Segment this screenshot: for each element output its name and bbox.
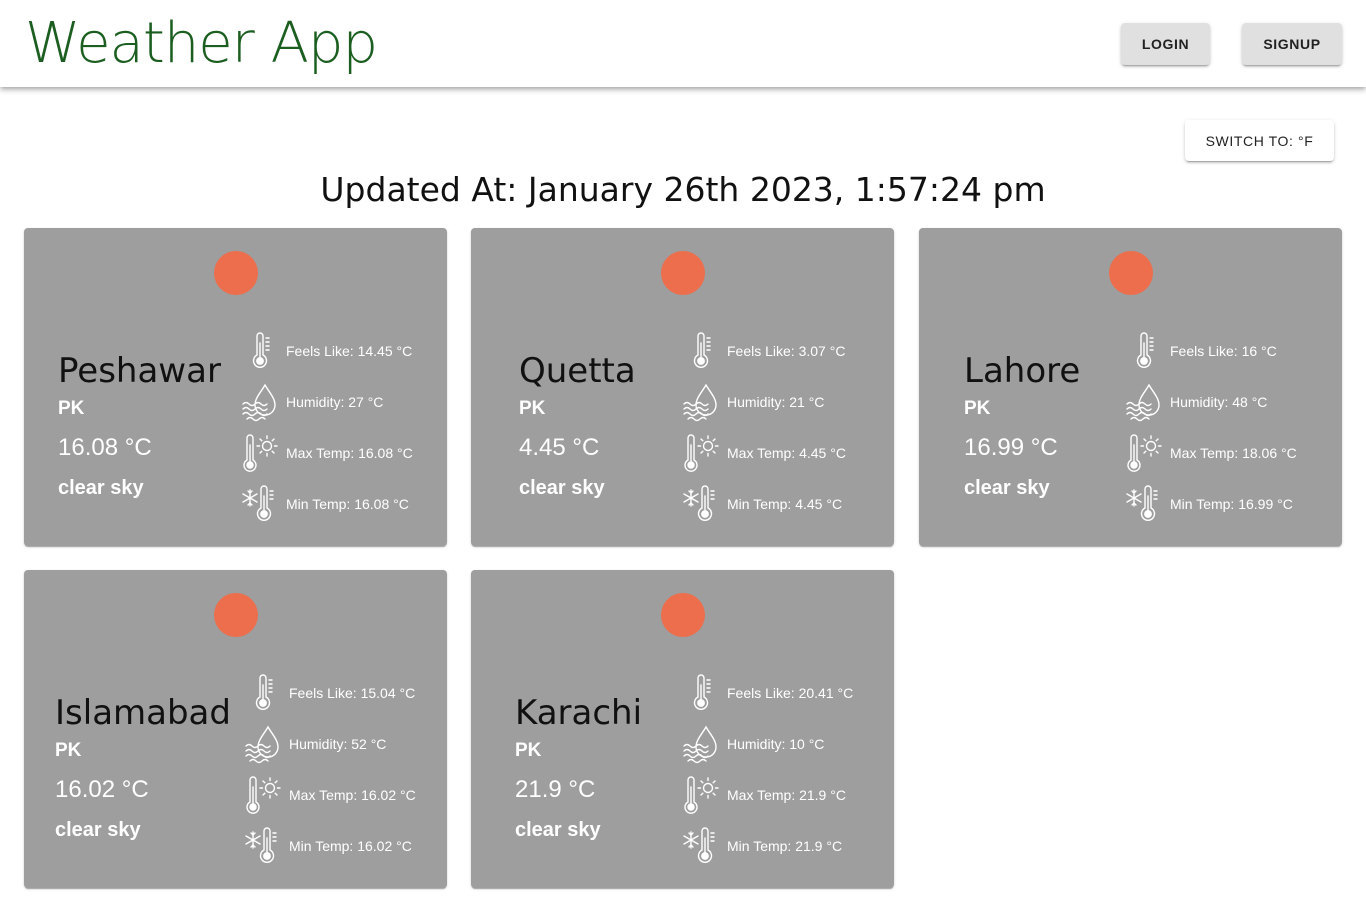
feels-like-text: Feels Like: 15.04 °C <box>289 685 416 701</box>
thermometer-icon <box>682 673 720 713</box>
switch-unit-button[interactable]: SWITCH TO: °F <box>1185 120 1334 161</box>
min-temp-text: Min Temp: 16.08 °C <box>286 496 409 512</box>
thermometer-icon <box>241 331 279 371</box>
city-name: Karachi <box>515 693 643 733</box>
sun-icon <box>1109 251 1153 295</box>
min-temp-text: Min Temp: 16.02 °C <box>289 838 412 854</box>
thermometer-icon <box>244 673 282 713</box>
weather-description: clear sky <box>519 477 605 499</box>
current-temp: 16.02 °C <box>55 776 149 803</box>
max-temp-icon <box>682 775 720 815</box>
country-code: PK <box>964 398 991 419</box>
feels-like-text: Feels Like: 14.45 °C <box>286 343 413 359</box>
humidity-icon <box>682 724 720 764</box>
country-code: PK <box>55 740 82 761</box>
city-name: Peshawar <box>58 351 221 391</box>
current-temp: 16.99 °C <box>964 434 1058 461</box>
min-temp-icon <box>682 484 720 524</box>
weather-card-quetta: Quetta PK 4.45 °C clear sky Feels Like: … <box>471 228 894 546</box>
current-temp: 16.08 °C <box>58 434 152 461</box>
min-temp-icon <box>241 484 279 524</box>
city-name: Islamabad <box>55 693 231 733</box>
feels-like-text: Feels Like: 3.07 °C <box>727 343 846 359</box>
country-code: PK <box>58 398 85 419</box>
city-name: Quetta <box>519 351 636 391</box>
max-temp-text: Max Temp: 16.08 °C <box>286 445 413 461</box>
max-temp-text: Max Temp: 21.9 °C <box>727 787 846 803</box>
weather-description: clear sky <box>58 477 144 499</box>
min-temp-text: Min Temp: 4.45 °C <box>727 496 843 512</box>
max-temp-icon <box>1125 433 1163 473</box>
country-code: PK <box>519 398 546 419</box>
max-temp-text: Max Temp: 4.45 °C <box>727 445 846 461</box>
humidity-icon <box>241 382 279 422</box>
min-temp-icon <box>682 826 720 866</box>
humidity-text: Humidity: 52 °C <box>289 736 387 752</box>
max-temp-icon <box>241 433 279 473</box>
weather-card-lahore: Lahore PK 16.99 °C clear sky Feels Like:… <box>919 228 1342 546</box>
humidity-text: Humidity: 21 °C <box>727 394 825 410</box>
max-temp-icon <box>244 775 282 815</box>
min-temp-text: Min Temp: 16.99 °C <box>1170 496 1293 512</box>
current-temp: 4.45 °C <box>519 434 600 461</box>
max-temp-icon <box>682 433 720 473</box>
humidity-text: Humidity: 10 °C <box>727 736 825 752</box>
min-temp-text: Min Temp: 21.9 °C <box>727 838 843 854</box>
weather-card-islamabad: Islamabad PK 16.02 °C clear sky Feels Li… <box>24 570 447 888</box>
min-temp-icon <box>1125 484 1163 524</box>
sun-icon <box>214 251 258 295</box>
feels-like-text: Feels Like: 20.41 °C <box>727 685 854 701</box>
country-code: PK <box>515 740 542 761</box>
thermometer-icon <box>1125 331 1163 371</box>
humidity-text: Humidity: 27 °C <box>286 394 384 410</box>
feels-like-text: Feels Like: 16 °C <box>1170 343 1277 359</box>
max-temp-text: Max Temp: 16.02 °C <box>289 787 416 803</box>
sun-icon <box>661 251 705 295</box>
thermometer-icon <box>682 331 720 371</box>
app-title: Weather App <box>25 11 378 76</box>
humidity-icon <box>244 724 282 764</box>
sun-icon <box>661 593 705 637</box>
max-temp-text: Max Temp: 18.06 °C <box>1170 445 1297 461</box>
weather-description: clear sky <box>55 819 141 841</box>
updated-at-text: Updated At: January 26th 2023, 1:57:24 p… <box>320 170 1046 209</box>
city-name: Lahore <box>964 351 1081 391</box>
min-temp-icon <box>244 826 282 866</box>
weather-card-peshawar: Peshawar PK 16.08 °C clear sky Feels Lik… <box>24 228 447 546</box>
signup-button[interactable]: SIGNUP <box>1242 23 1342 65</box>
current-temp: 21.9 °C <box>515 776 596 803</box>
humidity-icon <box>682 382 720 422</box>
humidity-icon <box>1125 382 1163 422</box>
weather-card-karachi: Karachi PK 21.9 °C clear sky Feels Like:… <box>471 570 894 888</box>
app-bar: Weather App LOGIN SIGNUP <box>0 0 1366 87</box>
humidity-text: Humidity: 48 °C <box>1170 394 1268 410</box>
weather-description: clear sky <box>964 477 1050 499</box>
sun-icon <box>214 593 258 637</box>
login-button[interactable]: LOGIN <box>1121 23 1210 65</box>
weather-description: clear sky <box>515 819 601 841</box>
